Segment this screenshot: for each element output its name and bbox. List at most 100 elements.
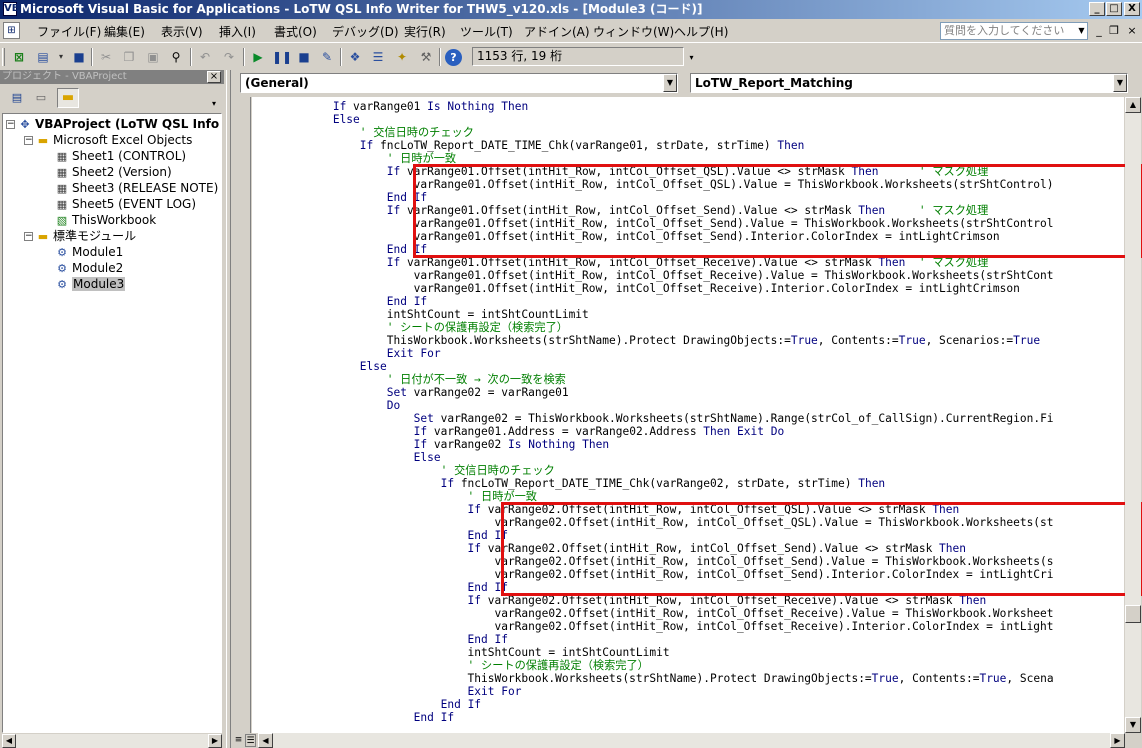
code-line[interactable]: ' 交信日時のチェック bbox=[252, 126, 1054, 139]
save-icon[interactable]: ■ bbox=[70, 48, 88, 66]
tree-item[interactable]: ▦ Sheet5 (EVENT LOG) bbox=[6, 196, 221, 212]
chevron-down-icon[interactable]: ▼ bbox=[663, 74, 677, 92]
vba-app-icon[interactable]: VB bbox=[3, 2, 19, 16]
project-horizontal-scrollbar[interactable]: ◀ ▶ bbox=[2, 733, 222, 748]
mdi-restore-button[interactable]: ❐ bbox=[1107, 23, 1121, 39]
module-window-icon[interactable]: ⊞ bbox=[3, 22, 20, 39]
code-line[interactable]: End If bbox=[252, 698, 1054, 711]
code-line[interactable]: Set varRange02 = ThisWorkbook.Worksheets… bbox=[252, 412, 1054, 425]
code-line[interactable]: If fncLoTW_Report_DATE_TIME_Chk(varRange… bbox=[252, 139, 1054, 152]
menu-format[interactable]: 書式(O) bbox=[274, 23, 317, 40]
excel-icon[interactable]: ⊠ bbox=[10, 48, 28, 66]
run-icon[interactable]: ▶ bbox=[249, 48, 267, 66]
code-line[interactable]: If varRange01 Is Nothing Then bbox=[252, 100, 1054, 113]
undo-icon[interactable]: ↶ bbox=[196, 48, 214, 66]
code-line[interactable]: Do bbox=[252, 399, 1054, 412]
procedure-view-icon[interactable]: ≡ bbox=[233, 734, 244, 747]
code-line[interactable]: End If bbox=[252, 711, 1054, 724]
scroll-left-icon[interactable]: ◀ bbox=[258, 733, 273, 748]
toolbox-icon[interactable]: ⚒ bbox=[417, 48, 435, 66]
scroll-right-icon[interactable]: ▶ bbox=[208, 734, 222, 748]
code-line[interactable]: If fncLoTW_Report_DATE_TIME_Chk(varRange… bbox=[252, 477, 1054, 490]
procedure-combo[interactable]: LoTW_Report_Matching ▼ bbox=[690, 73, 1128, 93]
object-combo[interactable]: (General) ▼ bbox=[240, 73, 678, 93]
toggle-folders-icon[interactable]: ▬ bbox=[57, 88, 79, 108]
menu-window[interactable]: ウィンドウ(W) bbox=[593, 23, 674, 40]
toolbar-grip[interactable] bbox=[2, 48, 5, 66]
chevron-down-icon[interactable]: ▼ bbox=[1076, 23, 1087, 39]
redo-icon[interactable]: ↷ bbox=[220, 48, 238, 66]
menu-view[interactable]: 表示(V) bbox=[161, 23, 203, 40]
chevron-down-icon[interactable]: ▾ bbox=[212, 99, 222, 109]
scroll-up-icon[interactable]: ▲ bbox=[1125, 97, 1141, 113]
collapse-icon[interactable]: − bbox=[24, 232, 33, 241]
menu-edit[interactable]: 編集(E) bbox=[104, 23, 145, 40]
tree-item[interactable]: ⚙ Module3 bbox=[6, 276, 221, 292]
view-code-icon[interactable]: ▤ bbox=[8, 90, 26, 106]
reset-icon[interactable]: ■ bbox=[295, 48, 313, 66]
code-line[interactable]: varRange02.Offset(intHit_Row, intCol_Off… bbox=[252, 607, 1054, 620]
close-button[interactable]: X bbox=[1124, 2, 1140, 16]
menu-insert[interactable]: 挿入(I) bbox=[219, 23, 256, 40]
tree-item[interactable]: ▧ ThisWorkbook bbox=[6, 212, 221, 228]
code-line[interactable]: intShtCount = intShtCountLimit bbox=[252, 646, 1054, 659]
code-line[interactable]: ' シートの保護再設定（検索完了） bbox=[252, 659, 1054, 672]
chevron-down-icon[interactable]: ▼ bbox=[1113, 74, 1127, 92]
code-line[interactable]: varRange02.Offset(intHit_Row, intCol_Off… bbox=[252, 620, 1054, 633]
properties-icon[interactable]: ☰ bbox=[369, 48, 387, 66]
menu-tools[interactable]: ツール(T) bbox=[460, 23, 513, 40]
design-mode-icon[interactable]: ✎ bbox=[318, 48, 336, 66]
scroll-left-icon[interactable]: ◀ bbox=[2, 734, 16, 748]
cut-icon[interactable]: ✂ bbox=[97, 48, 115, 66]
project-explorer-icon[interactable]: ❖ bbox=[346, 48, 364, 66]
project-close-button[interactable]: × bbox=[207, 71, 221, 83]
scroll-right-icon[interactable]: ▶ bbox=[1110, 733, 1125, 748]
toolbar-options-icon[interactable]: ▾ bbox=[686, 47, 697, 69]
code-line[interactable]: ThisWorkbook.Worksheets(strShtName).Prot… bbox=[252, 334, 1054, 347]
code-vertical-scrollbar[interactable]: ▲ ▼ bbox=[1125, 97, 1141, 733]
tree-item[interactable]: ▦ Sheet3 (RELEASE NOTE) bbox=[6, 180, 221, 196]
copy-icon[interactable]: ❐ bbox=[120, 48, 138, 66]
code-line[interactable]: varRange01.Offset(intHit_Row, intCol_Off… bbox=[252, 282, 1054, 295]
code-line[interactable]: varRange01.Offset(intHit_Row, intCol_Off… bbox=[252, 269, 1054, 282]
full-module-view-icon[interactable]: ☰ bbox=[245, 734, 256, 747]
find-icon[interactable]: ⚲ bbox=[167, 48, 185, 66]
code-line[interactable]: ' シートの保護再設定（検索完了） bbox=[252, 321, 1054, 334]
code-line[interactable]: ' 交信日時のチェック bbox=[252, 464, 1054, 477]
view-object-icon[interactable]: ▭ bbox=[32, 90, 50, 106]
tree-item[interactable]: − ▬ 標準モジュール bbox=[6, 228, 221, 244]
code-line[interactable]: ThisWorkbook.Worksheets(strShtName).Prot… bbox=[252, 672, 1054, 685]
mdi-minimize-button[interactable]: _ bbox=[1092, 23, 1106, 39]
scroll-down-icon[interactable]: ▼ bbox=[1125, 717, 1141, 733]
minimize-button[interactable]: _ bbox=[1089, 2, 1105, 16]
collapse-icon[interactable]: − bbox=[24, 136, 33, 145]
chevron-down-icon[interactable]: ▾ bbox=[52, 48, 70, 66]
object-browser-icon[interactable]: ✦ bbox=[393, 48, 411, 66]
code-line[interactable]: End If bbox=[252, 633, 1054, 646]
code-line[interactable]: Else bbox=[252, 113, 1054, 126]
menu-file[interactable]: ファイル(F) bbox=[37, 23, 101, 40]
tree-item[interactable]: ⚙ Module1 bbox=[6, 244, 221, 260]
tree-item[interactable]: − ▬ Microsoft Excel Objects bbox=[6, 132, 221, 148]
maximize-button[interactable]: □ bbox=[1106, 2, 1122, 16]
break-icon[interactable]: ❚❚ bbox=[272, 48, 292, 66]
collapse-icon[interactable]: − bbox=[6, 120, 15, 129]
code-line[interactable]: Exit For bbox=[252, 347, 1054, 360]
code-line[interactable]: intShtCount = intShtCountLimit bbox=[252, 308, 1054, 321]
menu-help[interactable]: ヘルプ(H) bbox=[674, 23, 728, 40]
help-icon[interactable]: ? bbox=[445, 49, 462, 66]
menu-debug[interactable]: デバッグ(D) bbox=[332, 23, 399, 40]
menu-addins[interactable]: アドイン(A) bbox=[524, 23, 590, 40]
menu-run[interactable]: 実行(R) bbox=[404, 23, 446, 40]
mdi-close-button[interactable]: × bbox=[1125, 23, 1139, 39]
code-line[interactable]: ' 日付が不一致 → 次の一致を検索 bbox=[252, 373, 1054, 386]
code-line[interactable]: Else bbox=[252, 451, 1054, 464]
code-line[interactable]: Else bbox=[252, 360, 1054, 373]
insert-userform-icon[interactable]: ▤ bbox=[34, 48, 52, 66]
code-line[interactable]: If varRange02 Is Nothing Then bbox=[252, 438, 1054, 451]
code-line[interactable]: Set varRange02 = varRange01 bbox=[252, 386, 1054, 399]
code-horizontal-scrollbar[interactable]: ◀ ▶ bbox=[258, 733, 1125, 748]
code-line[interactable]: End If bbox=[252, 295, 1054, 308]
code-line[interactable]: Exit For bbox=[252, 685, 1054, 698]
tree-item[interactable]: ▦ Sheet2 (Version) bbox=[6, 164, 221, 180]
